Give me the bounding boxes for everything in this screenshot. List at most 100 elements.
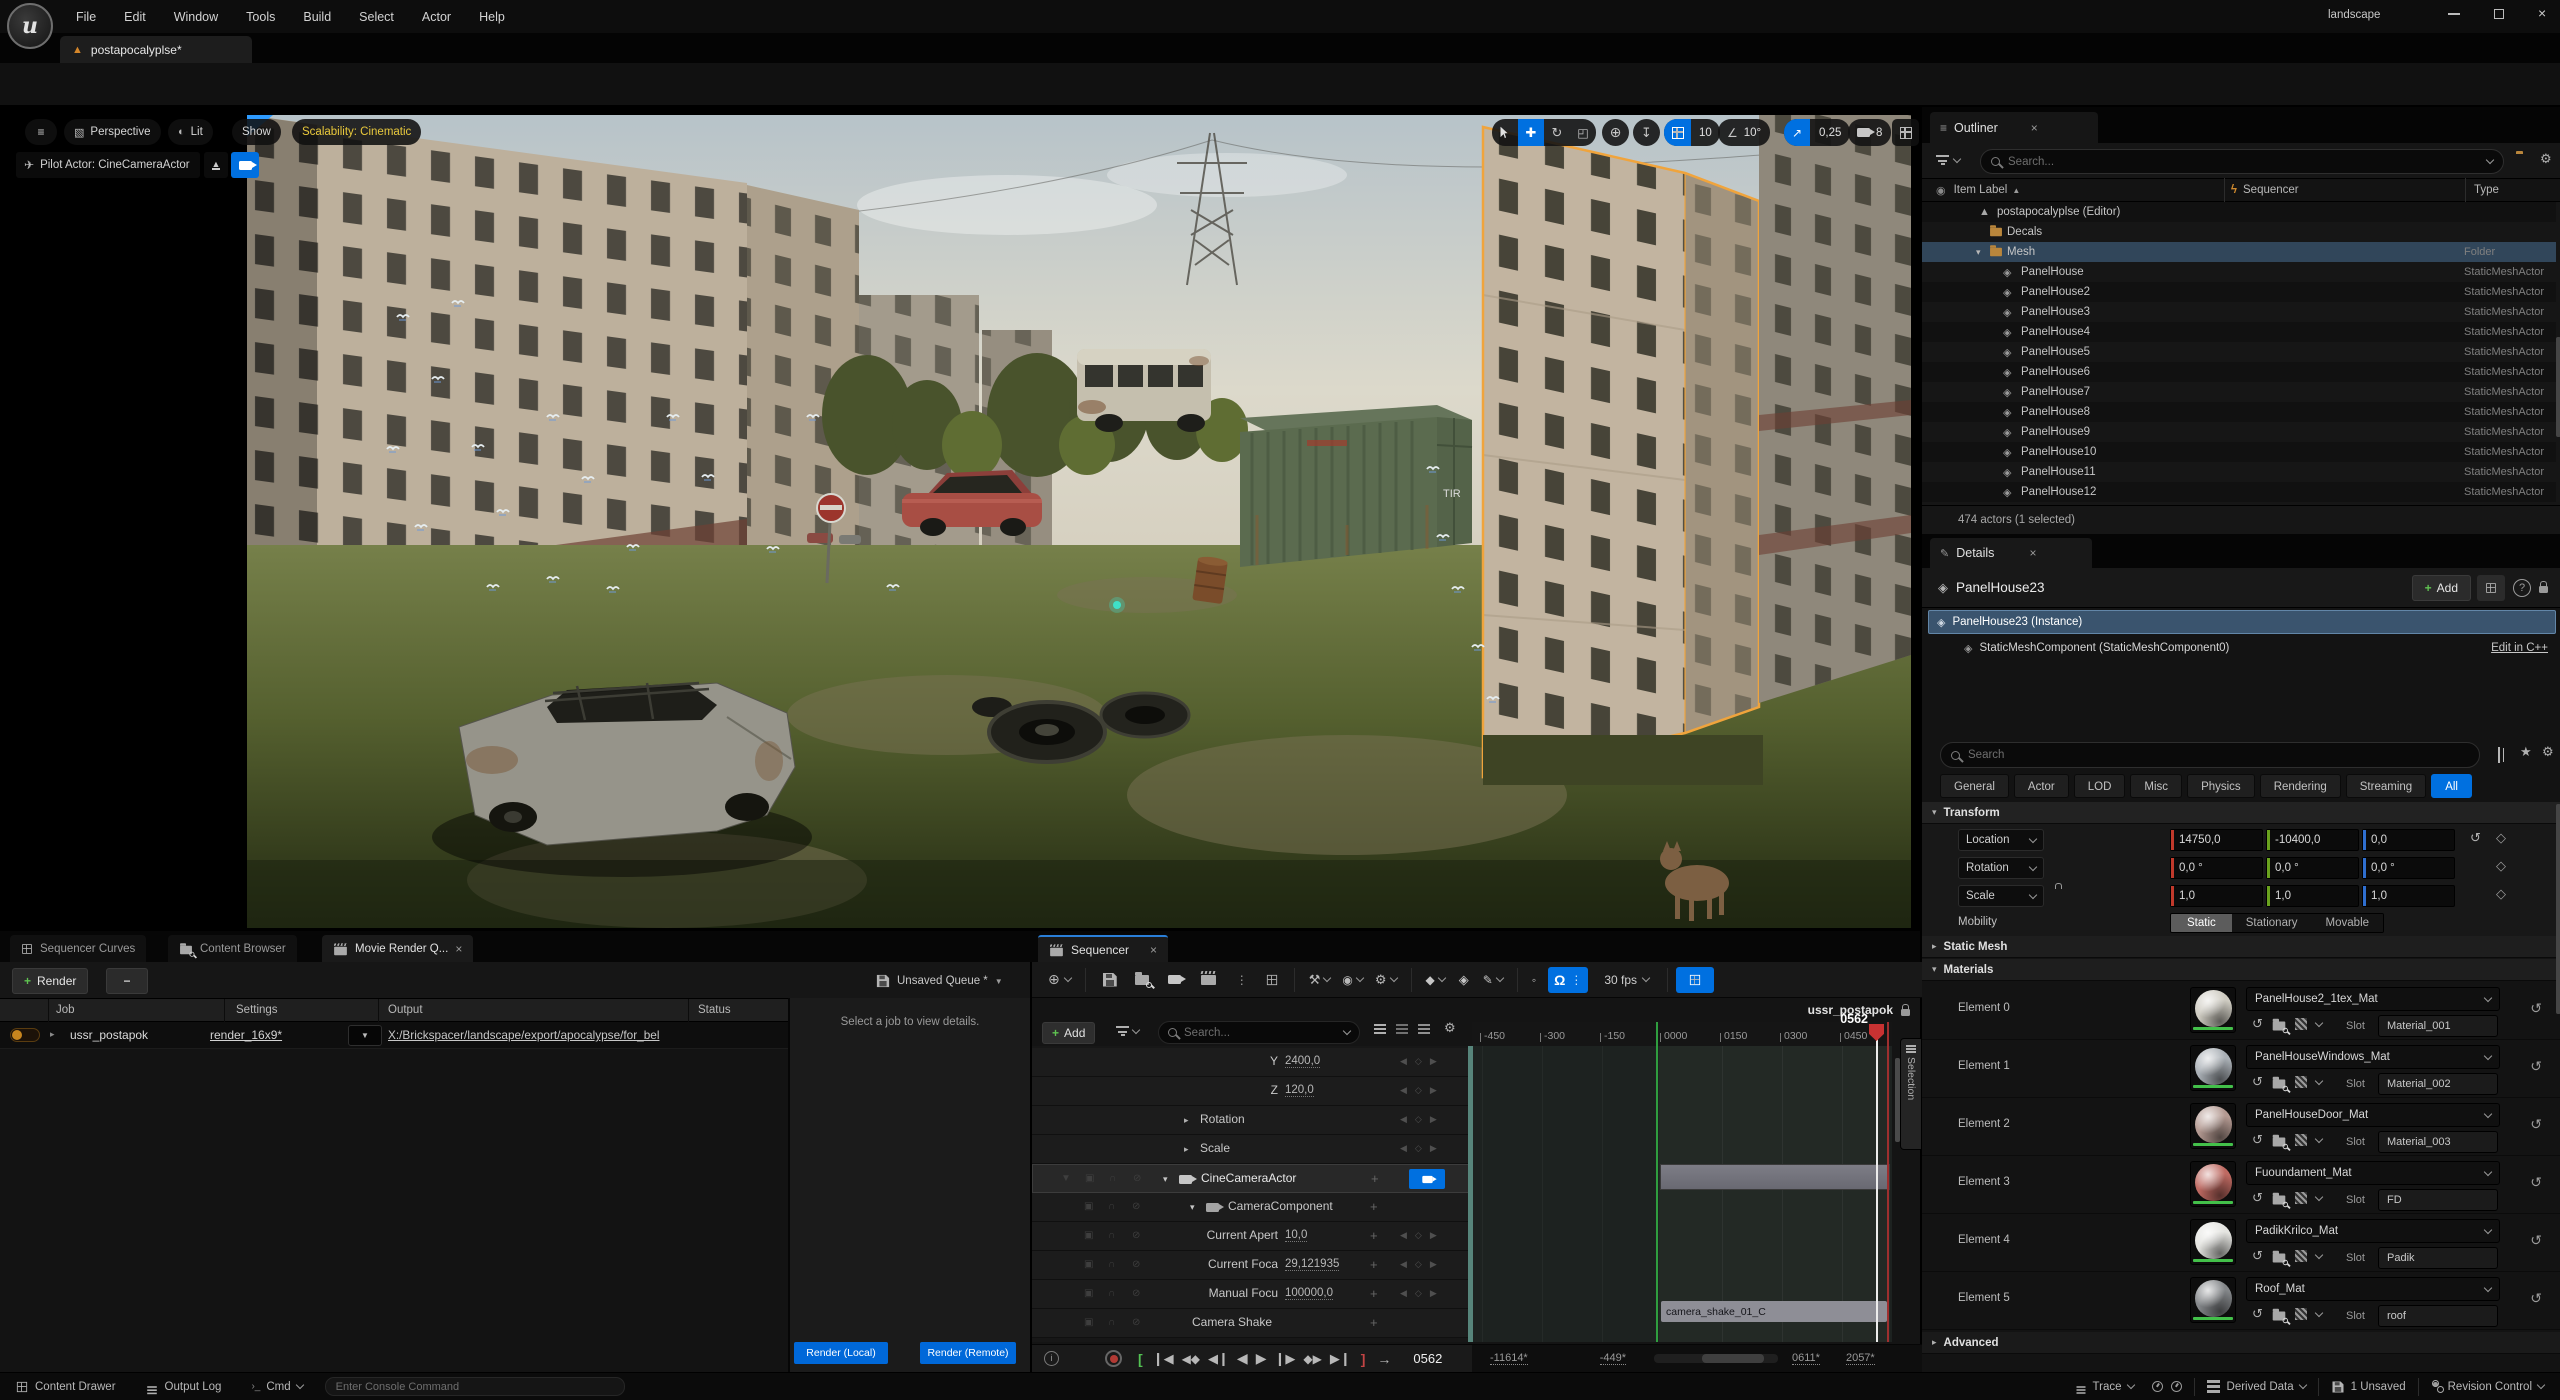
favorites-icon[interactable]: ★ [2520, 744, 2532, 760]
blueprint-convert-button[interactable] [2477, 574, 2505, 601]
material-dropdown[interactable]: Fuoundament_Mat [2246, 1161, 2500, 1185]
outliner-row[interactable]: PanelHouse12 StaticMeshActor [1922, 482, 2556, 502]
render-movie-icon[interactable] [1200, 974, 1216, 985]
texture-options-icon[interactable] [2294, 1018, 2307, 1030]
expand-arrow[interactable]: ▾ [1976, 247, 1989, 258]
keyframe-nav[interactable]: ◀◇▶ [1400, 1230, 1445, 1241]
component-row[interactable]: ◈ StaticMeshComponent (StaticMeshCompone… [1928, 636, 2556, 660]
filter-tab[interactable]: LOD [2073, 774, 2126, 798]
level-tab[interactable]: ▲ postapocalyplse* [60, 36, 252, 63]
location-x-field[interactable]: 14750,0 [2170, 829, 2263, 851]
close-icon[interactable]: × [2031, 121, 2038, 135]
outliner-row[interactable]: ▾ Mesh Folder [1922, 242, 2556, 262]
range-in-value[interactable]: -449* [1599, 1352, 1627, 1365]
track-filter-button[interactable] [1116, 1025, 1141, 1036]
timeline-area[interactable]: camera_shake_01_C [1473, 1046, 1892, 1342]
filter-tab[interactable]: Misc [2130, 774, 2183, 798]
rotation-y-field[interactable]: 0,0 ° [2266, 857, 2359, 879]
memory-gauge-icon[interactable] [2170, 1381, 2182, 1392]
filter-tab[interactable]: Rendering [2259, 774, 2341, 798]
lit-button[interactable]: ◐ Lit [168, 119, 213, 145]
revert-icon[interactable]: ↺ [2530, 1000, 2542, 1017]
scale-y-field[interactable]: 1,0 [2266, 885, 2359, 907]
texture-options-icon[interactable] [2294, 1134, 2307, 1146]
details-tab[interactable]: ✎ Details × [1930, 538, 2092, 568]
track-value[interactable]: 2400,0 [1285, 1055, 1321, 1068]
rotation-x-field[interactable]: 0,0 ° [2170, 857, 2263, 879]
eject-button[interactable]: ▲ [204, 152, 228, 178]
location-dropdown[interactable]: Location [1958, 829, 2044, 851]
instance-row[interactable]: ◈ PanelHouse23 (Instance) [1928, 610, 2556, 634]
outliner-row[interactable]: PanelHouse6 StaticMeshActor [1922, 362, 2556, 382]
sequencer-column-icon[interactable]: ϟ [2225, 184, 2243, 196]
mobility-static[interactable]: Static [2171, 914, 2232, 932]
use-selected-icon[interactable]: ↺ [2252, 1016, 2263, 1032]
range-end-value[interactable]: 2057* [1845, 1352, 1875, 1365]
track-value[interactable]: 100000,0 [1285, 1287, 1333, 1300]
rotation-dropdown[interactable]: Rotation [1958, 857, 2044, 879]
revision-control-button[interactable]: Revision Control [2448, 1381, 2546, 1393]
cmd-button[interactable]: Cmd [266, 1381, 290, 1393]
mobility-movable[interactable]: Movable [2311, 914, 2384, 932]
scalability-badge[interactable]: Scalability: Cinematic [292, 119, 422, 145]
save-sequence-icon[interactable] [1102, 972, 1117, 987]
next-key-button[interactable]: ◆▶ [1303, 1352, 1321, 1366]
track-add-button[interactable]: + Add [1042, 1022, 1096, 1044]
expanded-view-icon[interactable] [1396, 1024, 1408, 1026]
edit-in-cpp-link[interactable]: Edit in C++ [2491, 642, 2548, 654]
keyframe-diamond-icon[interactable]: ◇ [2496, 858, 2506, 874]
outliner-row[interactable]: postapocalyplse (Editor) [1922, 202, 2556, 222]
outliner-row[interactable]: PanelHouse8 StaticMeshActor [1922, 402, 2556, 422]
record-button[interactable] [1105, 1350, 1122, 1367]
advanced-section-header[interactable]: ▸ Advanced [1922, 1332, 2560, 1354]
scale-dropdown[interactable]: Scale [1958, 885, 2044, 907]
details-scrollbar[interactable] [2556, 804, 2560, 1014]
filter-tab[interactable]: All [2431, 774, 2472, 798]
info-icon[interactable]: i [1044, 1351, 1059, 1366]
material-thumbnail[interactable] [2190, 1103, 2236, 1149]
perspective-button[interactable]: ▧ Perspective [64, 119, 161, 145]
sequencer-search[interactable] [1158, 1021, 1360, 1044]
remove-job-button[interactable]: − [106, 968, 148, 994]
add-key-button[interactable]: + [1370, 1286, 1378, 1301]
tools-dropdown[interactable]: ⚒ [1309, 972, 1332, 988]
fps-dropdown[interactable]: 30 fps [1604, 973, 1651, 987]
material-dropdown[interactable]: PanelHouse2_1tex_Mat [2246, 987, 2500, 1011]
viewport[interactable]: TIR ≡ ▧ Perspective ◐ Lit Show Scalabili… [0, 107, 1920, 931]
browse-asset-icon[interactable] [2272, 1308, 2288, 1323]
details-settings-icon[interactable]: ⚙ [2542, 744, 2554, 760]
item-label-column[interactable]: Item Label ▲ [1954, 184, 2021, 196]
details-search-input[interactable] [1968, 749, 2469, 761]
texture-options-icon[interactable] [2294, 1250, 2307, 1262]
viewport-options-button[interactable]: ≡ [25, 119, 57, 145]
location-y-field[interactable]: -10400,0 [2266, 829, 2359, 851]
filter-tab[interactable]: General [1940, 774, 2009, 798]
timeline-ruler[interactable]: -450 -300 -150 0000 0150 0300 0450 [1480, 1028, 1892, 1044]
use-selected-icon[interactable]: ↺ [2252, 1248, 2263, 1264]
display-options-icon[interactable] [2498, 747, 2500, 763]
track-row-cinecamera[interactable]: ▼ ▣ ∩ ⊘ ▾ CineCameraActor + [1032, 1164, 1472, 1193]
track-row-y[interactable]: Y 2400,0 ◀◇▶ [1032, 1048, 1472, 1077]
move-tool-button[interactable]: ✚ [1518, 119, 1544, 146]
quad-view-button[interactable] [1892, 119, 1919, 146]
details-search[interactable] [1940, 742, 2480, 768]
status-column[interactable]: Status [698, 1004, 731, 1016]
track-row-focus[interactable]: ▣ ∩ ⊘ Manual Focu 100000,0 + ◀◇▶ [1032, 1280, 1472, 1309]
add-section-button[interactable]: + [1371, 1171, 1379, 1186]
menu-item[interactable]: File [62, 10, 110, 24]
jump-icon[interactable]: → [1377, 1351, 1391, 1367]
zoom-slider[interactable] [1654, 1354, 1779, 1363]
console-input[interactable] [335, 1380, 614, 1393]
type-column[interactable]: Type [2466, 184, 2560, 196]
browse-asset-icon[interactable] [2272, 1192, 2288, 1207]
scale-z-field[interactable]: 1,0 [2362, 885, 2455, 907]
derived-data-button[interactable]: Derived Data [2227, 1381, 2307, 1393]
tab-movie-render-queue[interactable]: Movie Render Q... × [322, 935, 474, 962]
show-button[interactable]: Show [232, 119, 281, 145]
mobility-stationary[interactable]: Stationary [2231, 914, 2312, 932]
track-value[interactable]: 120,0 [1285, 1084, 1314, 1097]
outliner-row[interactable]: PanelHouse9 StaticMeshActor [1922, 422, 2556, 442]
render-remote-button[interactable]: Render (Remote) [920, 1342, 1016, 1364]
track-row-camera-shake[interactable]: ▣ ∩ ⊘ Camera Shake + [1032, 1309, 1472, 1338]
set-end-bracket[interactable]: ] [1361, 1351, 1366, 1367]
